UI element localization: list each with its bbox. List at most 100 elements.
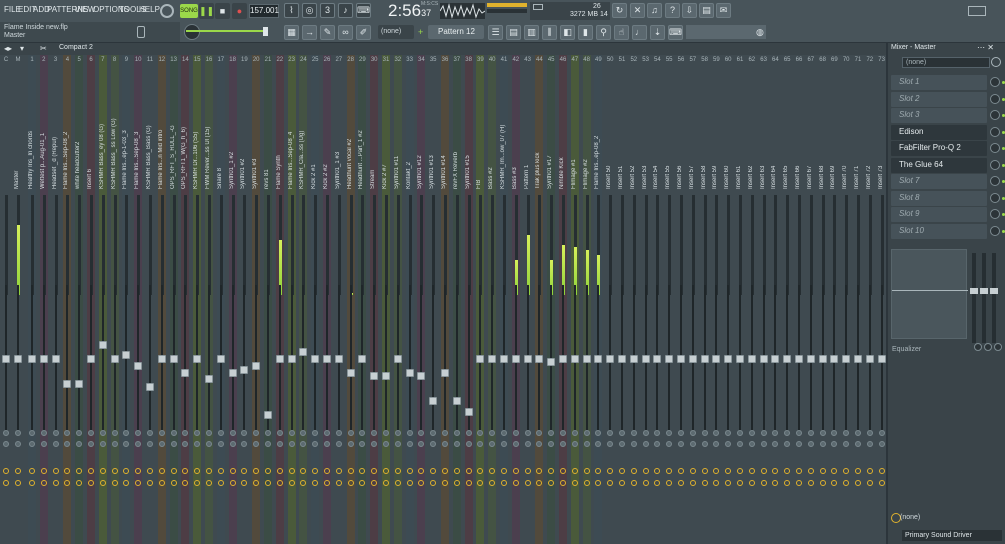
pan-knob[interactable] (3, 430, 9, 436)
pan-knob[interactable] (878, 430, 885, 436)
volume-fader[interactable] (393, 355, 402, 363)
route-arrow-icon[interactable] (123, 480, 130, 486)
mixer-strip[interactable]: 44 Trak plus kick (535, 55, 544, 544)
route-icon[interactable] (630, 468, 637, 474)
route-arrow-icon[interactable] (784, 480, 791, 486)
route-icon[interactable] (784, 468, 791, 474)
mixer-strip[interactable]: 11 KSHMR Bass_Bass (G) (146, 55, 154, 544)
pan-knob[interactable] (170, 430, 177, 436)
effect-slot[interactable]: Slot 7 (891, 174, 987, 189)
volume-fader[interactable] (63, 380, 72, 389)
route-icon[interactable] (430, 468, 437, 474)
pan-knob[interactable] (501, 441, 507, 447)
route-icon[interactable] (324, 468, 330, 474)
mixer-strip[interactable]: 13 OPS_RFT_S_RULL_-G (169, 55, 178, 544)
panel-menu-icon[interactable]: ⋯ ✕ (977, 43, 994, 52)
volume-fader[interactable] (311, 355, 320, 363)
pan-knob[interactable] (394, 441, 401, 447)
volume-fader[interactable] (216, 355, 225, 363)
mixer-strip[interactable]: 3 Headset _d (Repul) (51, 55, 60, 544)
step-edit-icon[interactable]: ♪ (338, 3, 353, 18)
pan-knob[interactable] (111, 441, 118, 447)
pan-knob[interactable] (725, 441, 732, 447)
pan-knob[interactable] (182, 430, 189, 436)
pan-knob[interactable] (206, 430, 212, 436)
pan-knob[interactable] (182, 441, 189, 447)
route-icon[interactable] (571, 468, 578, 474)
route-icon[interactable] (772, 468, 779, 474)
route-arrow-icon[interactable] (465, 480, 472, 486)
pan-knob[interactable] (560, 441, 566, 447)
route-arrow-icon[interactable] (548, 480, 555, 486)
pan-knob[interactable] (359, 430, 366, 436)
menu-help[interactable]: HELP (139, 5, 160, 14)
pan-knob[interactable] (583, 441, 590, 447)
pan-knob[interactable] (76, 430, 83, 436)
volume-fader[interactable] (806, 355, 815, 363)
volume-fader[interactable] (28, 355, 36, 363)
route-arrow-icon[interactable] (807, 480, 814, 486)
mixer-strip[interactable]: 60 Insert 60 (724, 55, 733, 544)
window-toggle-icon[interactable] (968, 6, 986, 16)
master-fader-2[interactable] (980, 288, 988, 294)
volume-fader[interactable] (98, 341, 107, 349)
route-arrow-icon[interactable] (713, 480, 720, 486)
mixer-strip[interactable]: 66 Insert 66 (795, 55, 803, 544)
mixer-strip[interactable]: 7 KSHMR Bass_ey 08 (G) (98, 55, 107, 544)
route-arrow-icon[interactable] (654, 480, 661, 486)
pan-knob[interactable] (15, 441, 21, 447)
snap-select[interactable]: (none) (378, 25, 414, 39)
route-icon[interactable] (76, 468, 83, 474)
pan-knob[interactable] (135, 441, 142, 447)
route-arrow-icon[interactable] (217, 480, 224, 486)
pan-knob[interactable] (453, 430, 460, 436)
pan-knob[interactable] (796, 430, 802, 436)
input-icon[interactable] (991, 57, 1001, 67)
volume-fader[interactable] (830, 355, 839, 363)
mixer-strip[interactable]: 64 Insert 64 (771, 55, 780, 544)
pan-knob[interactable] (206, 441, 212, 447)
route-icon[interactable] (843, 468, 850, 474)
mixer-strip[interactable]: 52 Insert 52 (629, 55, 638, 544)
slot-mix-knob[interactable] (990, 209, 1000, 219)
pan-knob[interactable] (383, 441, 389, 447)
master-volume-knob[interactable] (184, 24, 200, 40)
pan-knob[interactable] (501, 430, 507, 436)
mixer-strip[interactable]: 30 Stream (370, 55, 379, 544)
pan-knob[interactable] (654, 430, 661, 436)
mixer-view-name[interactable]: Compact 2 (59, 44, 93, 51)
route-arrow-icon[interactable] (383, 480, 389, 486)
pan-knob[interactable] (866, 441, 873, 447)
volume-fader[interactable] (75, 380, 84, 389)
pan-knob[interactable] (3, 441, 9, 447)
mixer-strip[interactable]: 41 KSHMR_Im...ow_07 (H) (500, 55, 508, 544)
pan-knob[interactable] (713, 430, 720, 436)
playlist-icon[interactable]: ☰ (488, 25, 503, 40)
mixer-strip[interactable]: 53 Insert 53 (641, 55, 650, 544)
pan-knob[interactable] (595, 430, 602, 436)
route-arrow-icon[interactable] (453, 480, 460, 486)
channel-rack-icon[interactable]: ▤ (506, 25, 521, 40)
pan-knob[interactable] (465, 441, 472, 447)
pan-knob[interactable] (371, 441, 378, 447)
pan-knob[interactable] (477, 441, 484, 447)
mixer-strip[interactable]: 29 Headhunt ...Part_1 #2 (358, 55, 367, 544)
mixer-strip[interactable]: 59 Insert 59 (712, 55, 721, 544)
pan-knob[interactable] (642, 441, 649, 447)
record-button[interactable]: ● (232, 3, 247, 19)
pan-knob[interactable] (453, 441, 460, 447)
mixer-strip[interactable]: 71 Insert 71 (854, 55, 862, 544)
pan-knob[interactable] (52, 441, 59, 447)
volume-fader[interactable] (865, 355, 874, 363)
route-arrow-icon[interactable] (583, 480, 590, 486)
effect-slot[interactable]: Edison (891, 124, 987, 140)
route-icon[interactable] (654, 468, 661, 474)
mixer-strip[interactable]: 70 Insert 70 (842, 55, 851, 544)
volume-fader[interactable] (629, 355, 638, 363)
mixer-strip[interactable]: 27 Synth01_1 #3 (334, 55, 343, 544)
mixer-strip[interactable]: 47 Flimage #1 (570, 55, 579, 544)
effect-slot[interactable]: Slot 1 (891, 75, 987, 90)
browser-icon[interactable]: ▮ (578, 25, 593, 40)
route-icon[interactable] (359, 468, 366, 474)
pan-knob[interactable] (394, 430, 401, 436)
